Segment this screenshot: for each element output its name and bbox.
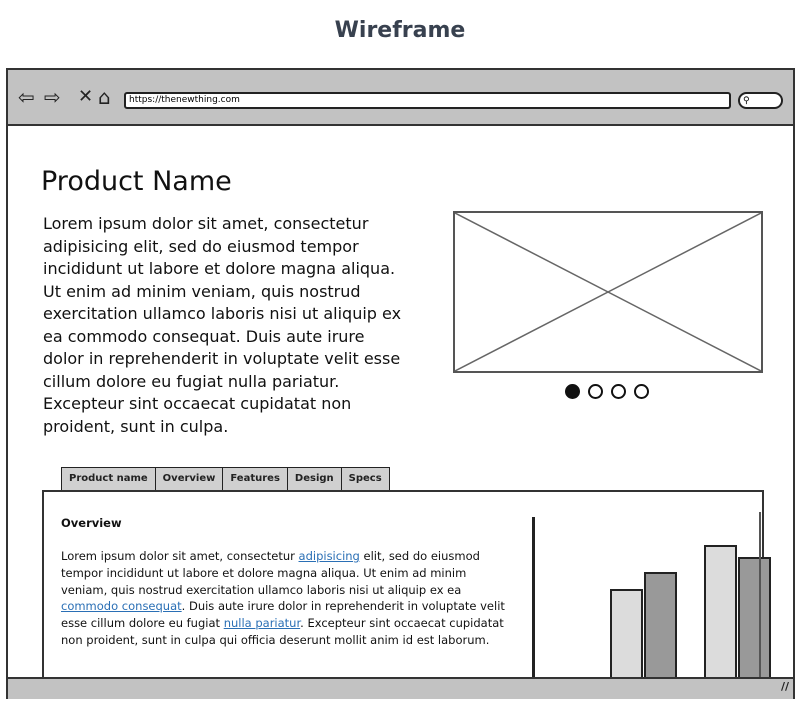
- tab-features[interactable]: Features: [222, 467, 287, 491]
- resize-grip-icon[interactable]: //: [781, 680, 789, 693]
- carousel-dot[interactable]: [634, 384, 649, 399]
- carousel-dot[interactable]: [588, 384, 603, 399]
- chart-border: [759, 512, 761, 677]
- overview-heading: Overview: [61, 516, 122, 530]
- text: Lorem ipsum dolor sit amet, consectetur: [61, 549, 299, 563]
- link-adipisicing[interactable]: adipisicing: [299, 549, 360, 563]
- forward-arrow-icon[interactable]: ⇨: [44, 87, 61, 107]
- chart-bar: [644, 572, 677, 682]
- tab-overview[interactable]: Overview: [154, 467, 223, 491]
- url-bar[interactable]: https://thenewthing.com: [124, 92, 731, 109]
- carousel-dot[interactable]: [611, 384, 626, 399]
- tab-product-name[interactable]: Product name: [61, 467, 155, 491]
- chart-bar: [738, 557, 771, 682]
- tab-bar: Product name Overview Features Design Specs: [61, 467, 390, 491]
- overview-text: Lorem ipsum dolor sit amet, consectetur …: [61, 548, 511, 649]
- chart-bar: [610, 589, 643, 682]
- link-commodo-consequat[interactable]: commodo consequat: [61, 599, 182, 613]
- search-field[interactable]: ⚲: [738, 92, 783, 109]
- bar-chart: [534, 512, 771, 682]
- back-arrow-icon[interactable]: ⇦: [18, 87, 35, 107]
- close-icon[interactable]: ✕: [78, 87, 93, 107]
- search-icon: ⚲: [743, 96, 750, 106]
- page-title: Wireframe: [334, 18, 466, 43]
- link-nulla-pariatur[interactable]: nulla pariatur: [224, 616, 300, 630]
- product-description: Lorem ipsum dolor sit amet, consectetur …: [43, 214, 402, 436]
- chart-bar: [704, 545, 737, 682]
- carousel-dot[interactable]: [565, 384, 580, 399]
- tab-design[interactable]: Design: [286, 467, 341, 491]
- tab-specs[interactable]: Specs: [340, 467, 390, 491]
- tab-panel: Overview Lorem ipsum dolor sit amet, con…: [42, 490, 771, 682]
- home-icon[interactable]: ⌂: [98, 87, 111, 107]
- browser-window: ⇦ ⇨ ✕ ⌂ https://thenewthing.com ⚲ Produc…: [6, 68, 795, 699]
- browser-toolbar: ⇦ ⇨ ✕ ⌂ https://thenewthing.com ⚲: [8, 70, 793, 126]
- status-bar: //: [8, 677, 793, 699]
- image-placeholder: [453, 211, 763, 373]
- product-name-heading: Product Name: [41, 166, 232, 197]
